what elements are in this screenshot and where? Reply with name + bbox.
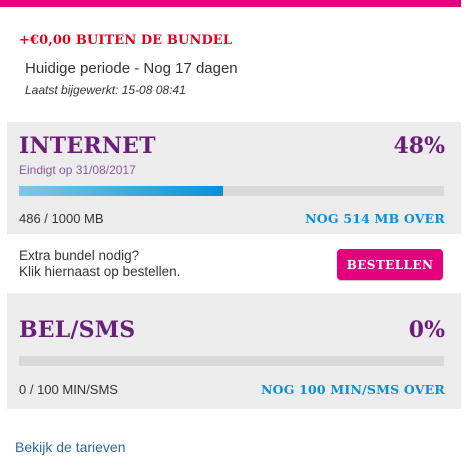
- extra-bundle-instruction: Klik hiernaast op bestellen.: [19, 264, 181, 279]
- internet-usage-fill: [19, 186, 223, 196]
- last-updated: Laatst bijgewerkt: 15-08 08:41: [25, 83, 186, 97]
- view-tariffs-link[interactable]: Bekijk de tarieven: [15, 439, 126, 455]
- internet-usage-bar: [19, 186, 444, 196]
- extra-cost-label: +€0,00 BUITEN DE BUNDEL: [19, 33, 233, 48]
- extra-bundle-row: Extra bundel nodig? Klik hiernaast op be…: [7, 234, 461, 293]
- bel-sms-percent: 0%: [408, 317, 445, 343]
- internet-usage-text: 486 / 1000 MB: [19, 211, 104, 226]
- internet-bundle: INTERNET 48% Eindigt op 31/08/2017 486 /…: [7, 122, 461, 234]
- extra-bundle-text: Extra bundel nodig? Klik hiernaast op be…: [19, 248, 180, 280]
- internet-remaining: NOG 514 MB OVER: [305, 211, 445, 226]
- bel-sms-usage-bar: [19, 356, 444, 366]
- extra-bundle-question: Extra bundel nodig?: [19, 248, 140, 263]
- current-period: Huidige periode - Nog 17 dagen: [25, 60, 238, 77]
- top-accent-bar: [0, 0, 461, 7]
- order-button[interactable]: BESTELLEN: [337, 249, 443, 280]
- internet-percent: 48%: [393, 133, 445, 159]
- bel-sms-bundle: BEL/SMS 0% 0 / 100 MIN/SMS NOG 100 MIN/S…: [7, 293, 461, 409]
- internet-expiry: Eindigt op 31/08/2017: [19, 163, 136, 177]
- bel-sms-remaining: NOG 100 MIN/SMS OVER: [261, 382, 445, 397]
- bel-sms-title: BEL/SMS: [19, 317, 136, 343]
- internet-title: INTERNET: [19, 133, 156, 159]
- bel-sms-usage-text: 0 / 100 MIN/SMS: [19, 382, 118, 397]
